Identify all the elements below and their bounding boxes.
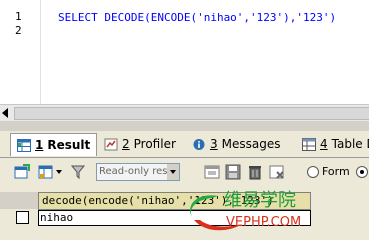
tab-profiler[interactable]: 2 Profiler [104, 134, 176, 154]
grid-view-icon[interactable] [38, 164, 54, 180]
view-dropdown-arrow-icon[interactable] [56, 170, 62, 174]
grid-header-row: decode(encode('nihao','123'),'123') [0, 192, 369, 210]
result-mode-value: Read-only res [99, 166, 168, 177]
tab-result[interactable]: 1 Result [10, 133, 98, 156]
tab-label: Result [47, 138, 91, 152]
table-row[interactable]: nihao [0, 210, 369, 226]
filter-icon[interactable] [70, 164, 86, 180]
tab-number: 3 [210, 137, 218, 151]
scroll-left-arrow-icon[interactable] [2, 108, 8, 118]
tab-table-data[interactable]: 4 Table D [302, 134, 369, 154]
info-icon [193, 138, 205, 150]
sql-editor[interactable]: 1 2 SELECT DECODE(ENCODE('nihao','123'),… [0, 0, 369, 110]
tab-label: Messages [221, 137, 281, 151]
grid-view-radio[interactable] [356, 166, 368, 178]
result-mode-select[interactable]: Read-only res [96, 163, 180, 181]
editor-horizontal-scrollbar[interactable] [0, 104, 369, 121]
scroll-thumb[interactable] [14, 107, 369, 120]
tab-label: Table D [331, 137, 369, 151]
tab-number: 1 [35, 138, 44, 152]
profiler-icon [104, 138, 118, 150]
line-number: 1 [15, 10, 22, 23]
table-cell[interactable]: nihao [38, 210, 311, 226]
insert-row-icon[interactable] [204, 164, 220, 180]
sql-query-text[interactable]: SELECT DECODE(ENCODE('nihao','123'),'123… [58, 11, 336, 24]
tab-number: 4 [320, 137, 328, 151]
save-icon[interactable] [225, 164, 241, 180]
table-icon [302, 137, 316, 151]
line-number: 2 [15, 24, 22, 37]
result-grid: decode(encode('nihao','123'),'123') niha… [0, 186, 369, 240]
result-toolbar: Read-only res Form [0, 158, 369, 186]
line-number-gutter: 1 2 [0, 0, 40, 104]
grid-icon [17, 138, 31, 152]
form-view-radio[interactable] [307, 166, 319, 178]
export-icon[interactable] [14, 164, 30, 180]
grid-corner[interactable] [0, 192, 39, 209]
gutter-divider [40, 0, 41, 104]
row-select-checkbox[interactable] [16, 211, 29, 224]
result-tabs: 1 Result 2 Profiler 3 Messages 4 Table D [0, 131, 369, 158]
cancel-changes-icon[interactable] [269, 164, 285, 180]
tab-number: 2 [122, 137, 130, 151]
tab-messages[interactable]: 3 Messages [192, 134, 281, 154]
delete-icon[interactable] [247, 164, 263, 180]
tab-label: Profiler [133, 137, 176, 151]
column-header[interactable]: decode(encode('nihao','123'),'123') [38, 192, 311, 210]
form-view-label: Form [322, 165, 350, 178]
chevron-down-icon[interactable] [167, 164, 179, 180]
